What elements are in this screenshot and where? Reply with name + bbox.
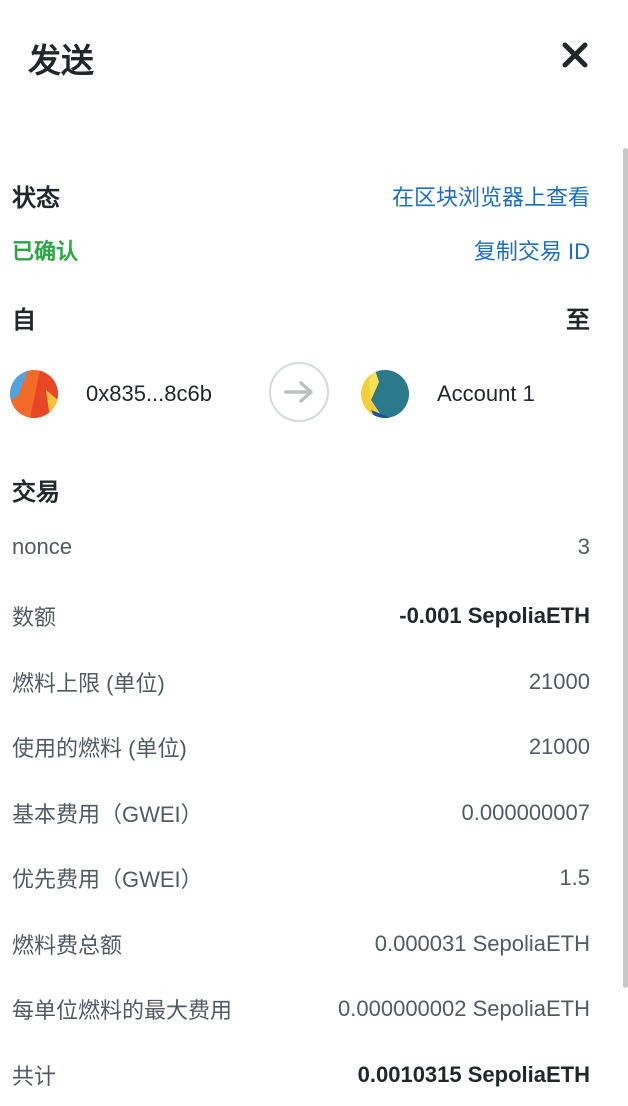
from-address: 0x835...8c6b — [86, 381, 212, 406]
tx-row-total: 共计 0.0010315 SepoliaETH — [12, 1059, 590, 1091]
tx-row-label: 数额 — [12, 605, 57, 630]
to-label: 至 — [566, 307, 590, 334]
copy-tx-id-link[interactable]: 复制交易 ID — [474, 234, 590, 266]
tx-row-priority-fee: 优先费用（GWEI） 1.5 — [12, 862, 590, 894]
tx-row-value: 1.5 — [559, 865, 590, 890]
tx-row-nonce: nonce 3 — [12, 534, 590, 560]
header: 发送 — [0, 0, 628, 120]
tx-row-value: 3 — [577, 534, 590, 559]
tx-row-label: 燃料费总额 — [12, 933, 123, 958]
tx-row-label: 燃料上限 (单位) — [12, 671, 165, 696]
tx-row-label: 共计 — [12, 1064, 57, 1089]
to-party[interactable]: Account 1 — [361, 368, 535, 420]
status-badge: 已确认 — [12, 239, 79, 264]
close-icon[interactable] — [560, 40, 590, 70]
to-account-name: Account 1 — [437, 381, 535, 406]
tx-row-label: 使用的燃料 (单位) — [12, 736, 187, 761]
from-party[interactable]: 0x835...8c6b — [10, 368, 212, 420]
tx-row-label: 基本费用（GWEI） — [12, 802, 203, 827]
tx-row-value: 0.000000007 — [461, 800, 590, 825]
view-on-explorer-link[interactable]: 在区块浏览器上查看 — [392, 180, 590, 212]
transaction-header-row: 交易 — [12, 472, 590, 507]
status-label: 状态 — [12, 185, 60, 212]
tx-row-max-fee-per-gas: 每单位燃料的最大费用 0.000000002 SepoliaETH — [12, 993, 590, 1025]
transaction-title: 交易 — [12, 479, 60, 506]
status-header-row: 状态 在区块浏览器上查看 — [12, 178, 590, 213]
status-value-row: 已确认 复制交易 ID — [12, 234, 590, 266]
tx-row-label: nonce — [12, 534, 72, 559]
from-label: 自 — [12, 307, 36, 334]
tx-row-value: 21000 — [528, 734, 590, 759]
tx-row-value: 0.000031 SepoliaETH — [374, 931, 590, 956]
tx-row-gas-used: 使用的燃料 (单位) 21000 — [12, 731, 590, 763]
to-avatar — [361, 370, 409, 418]
tx-row-value: 0.000000002 SepoliaETH — [338, 996, 590, 1021]
tx-row-base-fee: 基本费用（GWEI） 0.000000007 — [12, 797, 590, 829]
arrow-right-icon — [284, 381, 313, 403]
arrow-circle — [269, 362, 329, 422]
tx-row-label: 优先费用（GWEI） — [12, 867, 203, 892]
parties-header-row: 自 至 — [12, 300, 590, 335]
scrollbar-thumb[interactable] — [623, 148, 628, 988]
tx-row-total-gas-fee: 燃料费总额 0.000031 SepoliaETH — [12, 928, 590, 960]
tx-row-label: 每单位燃料的最大费用 — [12, 998, 233, 1023]
tx-row-amount: 数额 -0.001 SepoliaETH — [12, 600, 590, 632]
from-avatar — [10, 370, 58, 418]
tx-row-gas-limit: 燃料上限 (单位) 21000 — [12, 666, 590, 698]
tx-row-value: -0.001 SepoliaETH — [399, 603, 590, 628]
tx-row-value: 0.0010315 SepoliaETH — [357, 1062, 590, 1087]
page-title: 发送 — [28, 42, 94, 79]
tx-row-value: 21000 — [528, 669, 590, 694]
